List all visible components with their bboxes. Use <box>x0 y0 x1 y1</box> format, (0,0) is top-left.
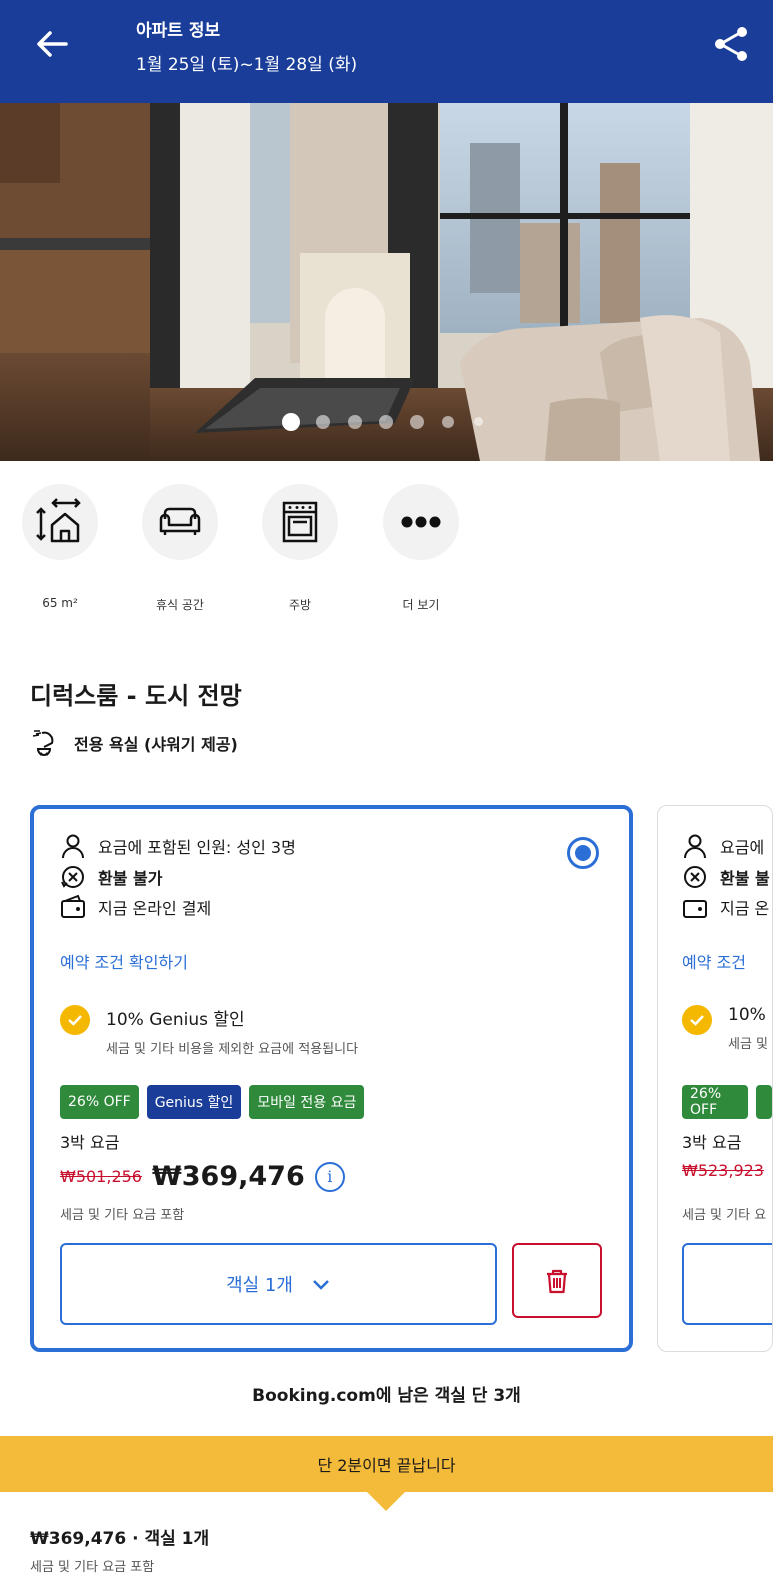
room-title: 디럭스룸 - 도시 전망 <box>30 682 242 710</box>
tax-note: 세금 및 기타 요 <box>682 1208 767 1223</box>
payment-label: 지금 온라인 결제 <box>98 899 212 918</box>
badges: 26% OFF Genius 할인 모바일 전용 요금 <box>60 1085 365 1119</box>
trash-icon <box>547 1269 567 1293</box>
amenity-label: 휴식 공간 <box>156 598 204 612</box>
amenity-label: 더 보기 <box>402 598 440 612</box>
amenity-kitchen[interactable]: 주방 <box>262 484 338 612</box>
total-summary: ₩369,476 · 객실 1개 <box>30 1529 210 1549</box>
total-tax-note: 세금 및 기타 요금 포함 <box>30 1560 155 1575</box>
banner-pointer <box>366 1491 406 1511</box>
price-row: ₩501,256 ₩369,476 i <box>60 1161 345 1192</box>
no-refund-icon <box>684 866 706 888</box>
refund-row: 환불 불 <box>682 864 770 890</box>
bathroom-label: 전용 욕실 (샤워기 제공) <box>74 735 238 754</box>
promo-banner: 단 2분이면 끝납니다 <box>0 1436 773 1492</box>
oven-icon <box>282 501 318 543</box>
check-icon <box>68 1015 82 1026</box>
rate-card-selected[interactable]: 요금에 포함된 인원: 성인 3명 환불 불가 지금 온라인 결제 예약 조건 … <box>30 805 633 1352</box>
amenity-label: 주방 <box>288 598 312 612</box>
arrow-left-icon <box>37 31 68 57</box>
carousel-dot[interactable] <box>348 415 362 429</box>
current-price: ₩369,476 <box>151 1161 305 1192</box>
price-row: ₩523,923 <box>682 1161 764 1180</box>
guests-row: 요금에 포함된 인원: 성인 3명 <box>60 833 296 859</box>
room-count-select[interactable]: 객실 1개 <box>60 1243 497 1325</box>
share-button[interactable] <box>710 22 754 66</box>
check-icon <box>690 1015 704 1026</box>
refund-row: 환불 불가 <box>60 864 162 890</box>
genius-title: 10% Genius 할인 <box>106 1010 245 1030</box>
page-title: 아파트 정보 <box>136 21 221 41</box>
no-refund-icon <box>61 866 84 888</box>
original-price: ₩501,256 <box>60 1167 142 1186</box>
nights-label: 3박 요금 <box>60 1133 120 1152</box>
badge-partial <box>756 1085 772 1119</box>
refund-label: 환불 불가 <box>98 869 163 888</box>
guests-row: 요금에 <box>682 833 764 859</box>
original-price: ₩523,923 <box>682 1161 764 1180</box>
mobile-rate-badge: 모바일 전용 요금 <box>249 1085 365 1119</box>
room-photo <box>0 103 773 461</box>
rate-radio-button[interactable] <box>567 837 599 869</box>
genius-discount: 10% ( 세금 및 <box>682 1005 773 1052</box>
wallet-icon <box>683 900 707 918</box>
more-icon <box>401 516 441 528</box>
bathroom-feature: 전용 욕실 (샤워기 제공) <box>30 728 238 758</box>
chevron-down-icon <box>313 1280 329 1290</box>
guests-label: 요금에 <box>720 838 765 857</box>
carousel-dot[interactable] <box>442 416 454 428</box>
discount-badge: 26% OFF <box>60 1085 139 1119</box>
amenity-lounge[interactable]: 휴식 공간 <box>142 484 218 612</box>
badges: 26% OFF <box>682 1085 772 1119</box>
shower-icon <box>32 730 54 756</box>
person-icon <box>62 834 84 859</box>
amenity-label: 65 m² <box>42 596 78 610</box>
room-photo-carousel[interactable] <box>0 103 773 461</box>
refund-label: 환불 불 <box>720 869 770 888</box>
room-count-label: 객실 1개 <box>226 1275 293 1296</box>
genius-badge: Genius 할인 <box>146 1085 242 1119</box>
availability-note: Booking.com에 남은 객실 단 3개 <box>252 1386 521 1406</box>
carousel-dot[interactable] <box>379 415 393 429</box>
payment-label: 지금 온 <box>720 899 770 918</box>
info-icon[interactable]: i <box>314 1161 345 1192</box>
payment-row: 지금 온 <box>682 894 769 920</box>
app-header: 아파트 정보 1월 25일 (토)~1월 28일 (화) <box>0 0 773 103</box>
area-icon <box>36 498 81 543</box>
remove-room-button[interactable] <box>512 1243 602 1318</box>
promo-banner-text: 단 2분이면 끝납니다 <box>317 1456 456 1475</box>
tax-note: 세금 및 기타 요금 포함 <box>60 1208 185 1223</box>
share-icon <box>715 27 747 61</box>
amenity-area[interactable]: 65 m² <box>22 484 98 610</box>
back-button[interactable] <box>30 22 74 66</box>
carousel-dot[interactable] <box>316 415 330 429</box>
discount-badge: 26% OFF <box>682 1085 748 1119</box>
genius-subtitle: 세금 및 기타 비용을 제외한 요금에 적용됩니다 <box>106 1042 359 1057</box>
genius-discount: 10% Genius 할인 세금 및 기타 비용을 제외한 요금에 적용됩니다 <box>60 1005 358 1057</box>
rate-card-next[interactable]: 요금에 환불 불 지금 온 예약 조건 10% ( 세금 및 26% OFF 3… <box>657 805 773 1352</box>
amenity-more[interactable]: 더 보기 <box>383 484 459 612</box>
nights-label: 3박 요금 <box>682 1133 742 1152</box>
person-icon <box>684 834 706 859</box>
booking-conditions-link[interactable]: 예약 조건 확인하기 <box>60 949 188 973</box>
payment-row: 지금 온라인 결제 <box>60 894 211 920</box>
sofa-icon <box>159 507 201 535</box>
carousel-dots <box>0 411 773 431</box>
carousel-dot[interactable] <box>410 415 424 429</box>
genius-title: 10% ( <box>728 1005 773 1025</box>
carousel-dot[interactable] <box>282 413 300 431</box>
room-count-select[interactable] <box>682 1243 772 1325</box>
guests-label: 요금에 포함된 인원: 성인 3명 <box>98 838 296 857</box>
booking-conditions-link[interactable]: 예약 조건 <box>682 949 746 973</box>
carousel-dot[interactable] <box>474 417 483 426</box>
stay-dates: 1월 25일 (토)~1월 28일 (화) <box>136 55 358 75</box>
wallet-icon <box>61 894 85 918</box>
genius-subtitle: 세금 및 <box>728 1037 769 1052</box>
